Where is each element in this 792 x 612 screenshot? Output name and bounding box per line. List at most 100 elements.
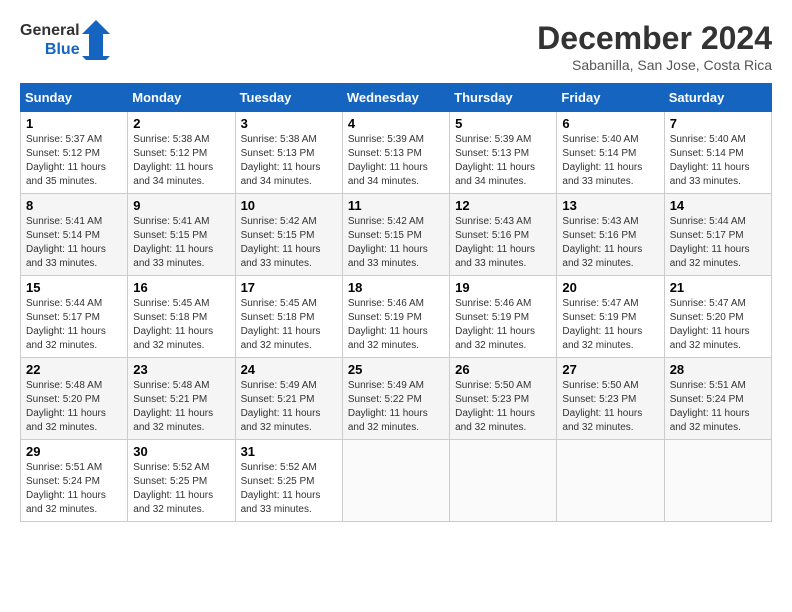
calendar-table: Sunday Monday Tuesday Wednesday Thursday…	[20, 83, 772, 522]
day-info: Sunrise: 5:39 AMSunset: 5:13 PMDaylight:…	[348, 133, 444, 189]
table-cell: 24Sunrise: 5:49 AMSunset: 5:21 PMDayligh…	[235, 358, 342, 440]
day-number: 20	[562, 280, 658, 295]
table-cell: 23 Sunrise: 5:48 AMSunset: 5:21 PMDayligh…	[128, 358, 235, 440]
table-cell: 14 Sunrise: 5:44 AMSunset: 5:17 PMDayligh…	[664, 194, 771, 276]
day-number: 8	[26, 198, 122, 213]
day-info: Sunrise: 5:45 AMSunset: 5:18 PMDaylight:…	[241, 297, 337, 353]
day-number: 15	[26, 280, 122, 295]
table-cell: 12 Sunrise: 5:43 AMSunset: 5:16 PMDayligh…	[450, 194, 557, 276]
day-number: 5	[455, 116, 551, 131]
day-number: 19	[455, 280, 551, 295]
day-number: 14	[670, 198, 766, 213]
day-info: Sunrise: 5:51 AMSunset: 5:24 PMDaylight:…	[26, 461, 122, 517]
day-number: 26	[455, 362, 551, 377]
table-cell: 28 Sunrise: 5:51 AMSunset: 5:24 PMDayligh…	[664, 358, 771, 440]
day-number: 17	[241, 280, 337, 295]
day-number: 4	[348, 116, 444, 131]
week-row-2: 8 Sunrise: 5:41 AMSunset: 5:14 PMDaylight…	[21, 194, 772, 276]
day-info: Sunrise: 5:44 AMSunset: 5:17 PMDaylight:…	[26, 297, 122, 353]
day-number: 11	[348, 198, 444, 213]
week-row-5: 29 Sunrise: 5:51 AMSunset: 5:24 PMDayligh…	[21, 440, 772, 522]
table-cell: 11 Sunrise: 5:42 AMSunset: 5:15 PMDayligh…	[342, 194, 449, 276]
day-info: Sunrise: 5:38 AMSunset: 5:12 PMDaylight:…	[133, 133, 229, 189]
table-cell: 2 Sunrise: 5:38 AMSunset: 5:12 PMDaylight…	[128, 112, 235, 194]
day-info: Sunrise: 5:49 AMSunset: 5:21 PMDaylight:…	[241, 379, 337, 435]
day-info: Sunrise: 5:41 AMSunset: 5:15 PMDaylight:…	[133, 215, 229, 271]
title-section: December 2024 Sabanilla, San Jose, Costa…	[537, 20, 772, 73]
day-number: 21	[670, 280, 766, 295]
day-info: Sunrise: 5:43 AMSunset: 5:16 PMDaylight:…	[455, 215, 551, 271]
table-cell: 22Sunrise: 5:48 AMSunset: 5:20 PMDayligh…	[21, 358, 128, 440]
header-tuesday: Tuesday	[235, 84, 342, 112]
day-number: 29	[26, 444, 122, 459]
day-number: 30	[133, 444, 229, 459]
day-info: Sunrise: 5:46 AMSunset: 5:19 PMDaylight:…	[348, 297, 444, 353]
table-cell: 19 Sunrise: 5:46 AMSunset: 5:19 PMDayligh…	[450, 276, 557, 358]
day-number: 23	[133, 362, 229, 377]
header-monday: Monday	[128, 84, 235, 112]
page-header: General Blue December 2024 Sabanilla, Sa…	[20, 20, 772, 73]
table-cell: 8 Sunrise: 5:41 AMSunset: 5:14 PMDaylight…	[21, 194, 128, 276]
table-cell	[450, 440, 557, 522]
table-cell: 15 Sunrise: 5:44 AMSunset: 5:17 PMDayligh…	[21, 276, 128, 358]
table-cell: 17 Sunrise: 5:45 AMSunset: 5:18 PMDayligh…	[235, 276, 342, 358]
day-info: Sunrise: 5:51 AMSunset: 5:24 PMDaylight:…	[670, 379, 766, 435]
table-cell: 4 Sunrise: 5:39 AMSunset: 5:13 PMDaylight…	[342, 112, 449, 194]
day-info: Sunrise: 5:37 AMSunset: 5:12 PMDaylight:…	[26, 133, 122, 189]
day-info: Sunrise: 5:52 AMSunset: 5:25 PMDaylight:…	[133, 461, 229, 517]
day-info: Sunrise: 5:42 AMSunset: 5:15 PMDaylight:…	[241, 215, 337, 271]
day-info: Sunrise: 5:42 AMSunset: 5:15 PMDaylight:…	[348, 215, 444, 271]
table-cell: 20 Sunrise: 5:47 AMSunset: 5:19 PMDayligh…	[557, 276, 664, 358]
day-number: 7	[670, 116, 766, 131]
day-info: Sunrise: 5:41 AMSunset: 5:14 PMDaylight:…	[26, 215, 122, 271]
day-number: 13	[562, 198, 658, 213]
table-cell: 31Sunrise: 5:52 AMSunset: 5:25 PMDayligh…	[235, 440, 342, 522]
day-number: 3	[241, 116, 337, 131]
table-cell: 3 Sunrise: 5:38 AMSunset: 5:13 PMDaylight…	[235, 112, 342, 194]
table-cell	[664, 440, 771, 522]
table-cell	[557, 440, 664, 522]
day-number: 28	[670, 362, 766, 377]
day-info: Sunrise: 5:50 AMSunset: 5:23 PMDaylight:…	[455, 379, 551, 435]
table-cell: 10 Sunrise: 5:42 AMSunset: 5:15 PMDayligh…	[235, 194, 342, 276]
day-info: Sunrise: 5:47 AMSunset: 5:20 PMDaylight:…	[670, 297, 766, 353]
day-info: Sunrise: 5:47 AMSunset: 5:19 PMDaylight:…	[562, 297, 658, 353]
header-saturday: Saturday	[664, 84, 771, 112]
table-cell: 18 Sunrise: 5:46 AMSunset: 5:19 PMDayligh…	[342, 276, 449, 358]
day-info: Sunrise: 5:38 AMSunset: 5:13 PMDaylight:…	[241, 133, 337, 189]
table-cell: 5Sunrise: 5:39 AMSunset: 5:13 PMDaylight…	[450, 112, 557, 194]
day-number: 18	[348, 280, 444, 295]
header-thursday: Thursday	[450, 84, 557, 112]
day-info: Sunrise: 5:50 AMSunset: 5:23 PMDaylight:…	[562, 379, 658, 435]
header-friday: Friday	[557, 84, 664, 112]
table-cell: 29 Sunrise: 5:51 AMSunset: 5:24 PMDayligh…	[21, 440, 128, 522]
table-cell: 1 Sunrise: 5:37 AMSunset: 5:12 PMDaylight…	[21, 112, 128, 194]
day-number: 16	[133, 280, 229, 295]
day-number: 27	[562, 362, 658, 377]
day-info: Sunrise: 5:40 AMSunset: 5:14 PMDaylight:…	[670, 133, 766, 189]
week-row-1: 1 Sunrise: 5:37 AMSunset: 5:12 PMDaylight…	[21, 112, 772, 194]
table-cell: 7 Sunrise: 5:40 AMSunset: 5:14 PMDaylight…	[664, 112, 771, 194]
logo: General Blue	[20, 20, 110, 60]
day-number: 12	[455, 198, 551, 213]
day-number: 1	[26, 116, 122, 131]
table-cell: 13 Sunrise: 5:43 AMSunset: 5:16 PMDayligh…	[557, 194, 664, 276]
table-cell: 26 Sunrise: 5:50 AMSunset: 5:23 PMDayligh…	[450, 358, 557, 440]
day-info: Sunrise: 5:44 AMSunset: 5:17 PMDaylight:…	[670, 215, 766, 271]
calendar-header-row: Sunday Monday Tuesday Wednesday Thursday…	[21, 84, 772, 112]
day-info: Sunrise: 5:49 AMSunset: 5:22 PMDaylight:…	[348, 379, 444, 435]
header-sunday: Sunday	[21, 84, 128, 112]
day-info: Sunrise: 5:48 AMSunset: 5:21 PMDaylight:…	[133, 379, 229, 435]
day-info: Sunrise: 5:46 AMSunset: 5:19 PMDaylight:…	[455, 297, 551, 353]
day-info: Sunrise: 5:45 AMSunset: 5:18 PMDaylight:…	[133, 297, 229, 353]
table-cell: 30 Sunrise: 5:52 AMSunset: 5:25 PMDayligh…	[128, 440, 235, 522]
week-row-3: 15 Sunrise: 5:44 AMSunset: 5:17 PMDayligh…	[21, 276, 772, 358]
day-number: 6	[562, 116, 658, 131]
day-info: Sunrise: 5:43 AMSunset: 5:16 PMDaylight:…	[562, 215, 658, 271]
day-number: 2	[133, 116, 229, 131]
table-cell: 25 Sunrise: 5:49 AMSunset: 5:22 PMDayligh…	[342, 358, 449, 440]
day-info: Sunrise: 5:40 AMSunset: 5:14 PMDaylight:…	[562, 133, 658, 189]
day-number: 25	[348, 362, 444, 377]
day-number: 10	[241, 198, 337, 213]
table-cell: 21 Sunrise: 5:47 AMSunset: 5:20 PMDayligh…	[664, 276, 771, 358]
